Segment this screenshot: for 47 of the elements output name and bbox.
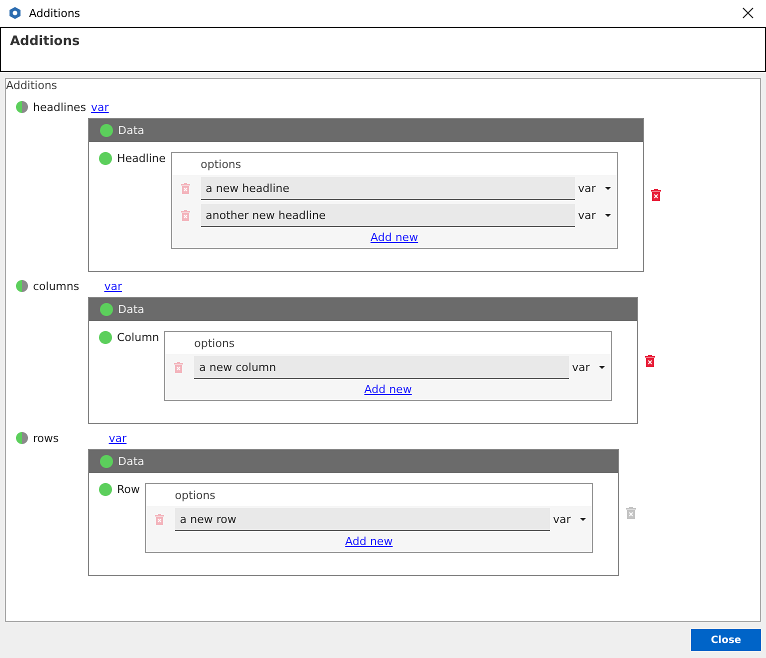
status-icon bbox=[16, 432, 28, 444]
caret-icon bbox=[580, 518, 586, 521]
var-link[interactable]: var bbox=[91, 100, 109, 114]
group-title: Additions bbox=[6, 79, 58, 92]
add-new-link[interactable]: Add new bbox=[364, 383, 412, 396]
section-name: rows bbox=[33, 432, 59, 444]
status-icon bbox=[99, 483, 112, 496]
item-label: Column bbox=[117, 331, 160, 344]
close-icon[interactable] bbox=[742, 7, 754, 19]
status-icon bbox=[16, 280, 28, 292]
section-name: headlines bbox=[33, 100, 86, 114]
var-link[interactable]: var bbox=[108, 432, 127, 444]
var-link[interactable]: var bbox=[104, 280, 122, 292]
panel-title: Data bbox=[118, 455, 144, 468]
caret-icon bbox=[605, 187, 611, 190]
option-field[interactable]: a new column bbox=[194, 356, 569, 379]
section-name: columns bbox=[33, 280, 80, 292]
status-icon bbox=[100, 124, 113, 137]
status-icon bbox=[16, 101, 28, 113]
item-label: Row bbox=[117, 483, 140, 496]
status-icon bbox=[100, 303, 113, 316]
option-field[interactable]: another new headline bbox=[200, 204, 575, 227]
option-field[interactable]: a new headline bbox=[200, 177, 575, 200]
caret-icon bbox=[605, 214, 611, 217]
type-dropdown[interactable]: var bbox=[575, 182, 617, 195]
close-button[interactable]: Close bbox=[691, 629, 761, 651]
status-icon bbox=[100, 455, 113, 468]
type-dropdown[interactable]: var bbox=[575, 209, 617, 222]
options-label: options bbox=[194, 337, 235, 350]
delete-icon[interactable] bbox=[645, 354, 655, 366]
header-title: Additions bbox=[10, 34, 80, 49]
add-new-link[interactable]: Add new bbox=[370, 231, 418, 244]
options-label: options bbox=[200, 158, 242, 171]
window-title: Additions bbox=[29, 6, 82, 20]
delete-icon[interactable] bbox=[651, 189, 661, 201]
caret-icon bbox=[599, 366, 605, 369]
status-icon bbox=[99, 152, 112, 165]
type-dropdown[interactable]: var bbox=[550, 513, 592, 526]
item-label: Headline bbox=[117, 152, 166, 165]
option-field[interactable]: a new row bbox=[174, 508, 550, 531]
app-icon bbox=[8, 6, 22, 20]
status-icon bbox=[99, 331, 112, 344]
type-dropdown[interactable]: var bbox=[569, 361, 611, 374]
add-new-link[interactable]: Add new bbox=[345, 535, 393, 548]
panel-title: Data bbox=[118, 124, 144, 137]
panel-title: Data bbox=[118, 303, 144, 316]
options-label: options bbox=[174, 489, 216, 502]
